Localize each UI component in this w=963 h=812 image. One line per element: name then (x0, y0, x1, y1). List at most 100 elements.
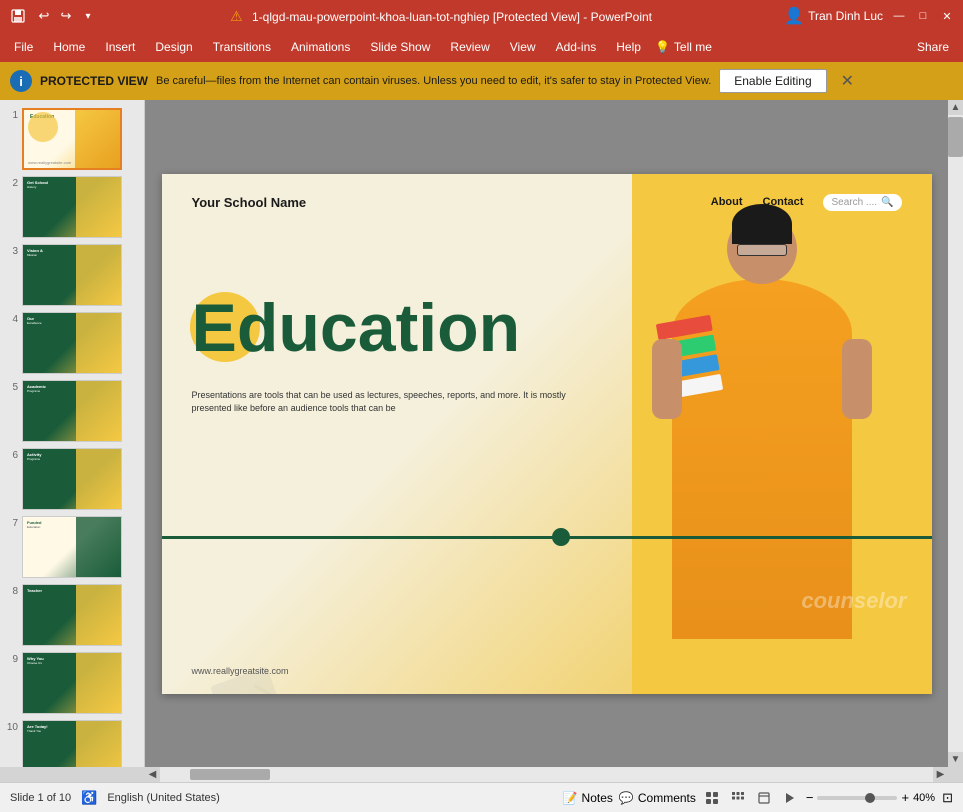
menu-file[interactable]: File (4, 36, 43, 58)
slide-thumbnail-3[interactable]: 3 Vision & Mission (4, 244, 140, 306)
scroll-thumb-h[interactable] (190, 769, 270, 780)
menu-animations[interactable]: Animations (281, 36, 360, 58)
title-text: ⚠ 1-qlgd-mau-powerpoint-khoa-luan-tot-ng… (98, 8, 784, 25)
slide-thumb-7[interactable]: Funded Education (22, 516, 122, 578)
slide-thumb-3[interactable]: Vision & Mission (22, 244, 122, 306)
slide-thumb-1[interactable]: Education www.reallygreatsite.com (22, 108, 122, 170)
search-box[interactable]: Search .... 🔍 (823, 194, 901, 211)
menu-view[interactable]: View (500, 36, 546, 58)
right-scrollbar: ▲ ▼ (948, 100, 963, 767)
menu-transitions[interactable]: Transitions (203, 36, 281, 58)
zoom-slider-thumb[interactable] (865, 793, 875, 803)
minimize-button[interactable]: — (891, 8, 907, 24)
slide-thumb-8[interactable]: Teacher (22, 584, 122, 646)
scroll-thumb-v[interactable] (948, 117, 963, 157)
scrollbar-row: ◀ ▶ (0, 767, 963, 782)
slide-num-9: 9 (4, 652, 18, 665)
slide-num-7: 7 (4, 516, 18, 529)
slideshow-button[interactable] (780, 788, 800, 808)
slide-thumbnail-10[interactable]: 10 Are Today! Thank You (4, 720, 140, 767)
menu-bar: File Home Insert Design Transitions Anim… (0, 32, 963, 62)
menu-help[interactable]: Help (606, 36, 651, 58)
slide-body-text: Presentations are tools that can be used… (192, 389, 572, 416)
slide-thumbnail-8[interactable]: 8 Teacher (4, 584, 140, 646)
zoom-level-label: 40% (913, 792, 935, 804)
language-label: English (United States) (107, 792, 220, 804)
menu-insert[interactable]: Insert (95, 36, 145, 58)
protected-view-message: Be careful—files from the Internet can c… (156, 75, 711, 87)
status-right: 📝 Notes 💬 Comments − + 40% ⊡ (563, 788, 953, 808)
status-left: Slide 1 of 10 ♿ English (United States) (10, 790, 220, 806)
notes-button[interactable]: 📝 Notes (563, 791, 613, 805)
search-placeholder: Search .... (831, 197, 877, 208)
scroll-down-button[interactable]: ▼ (948, 752, 963, 767)
slide-num-10: 10 (4, 720, 18, 733)
undo-button[interactable]: ↩ (34, 6, 54, 26)
slide-sorter-button[interactable] (728, 788, 748, 808)
zoom-in-button[interactable]: + (901, 790, 909, 805)
title-right: 👤 Tran Dinh Luc — □ ✕ (784, 6, 955, 26)
close-button[interactable]: ✕ (939, 8, 955, 24)
slide-thumb-5[interactable]: Academic Programs (22, 380, 122, 442)
shield-icon: i (10, 70, 32, 92)
slide-thumbnail-2[interactable]: 2 Get School History (4, 176, 140, 238)
close-bar-button[interactable]: ✕ (841, 71, 854, 91)
scroll-right-button[interactable]: ▶ (933, 767, 948, 782)
title-bar: ↩ ↪ ▾ ⚠ 1-qlgd-mau-powerpoint-khoa-luan-… (0, 0, 963, 32)
zoom-out-button[interactable]: − (806, 790, 814, 805)
zoom-slider[interactable] (817, 796, 897, 800)
menu-review[interactable]: Review (440, 36, 499, 58)
green-dot (552, 528, 570, 546)
menu-slideshow[interactable]: Slide Show (360, 36, 440, 58)
nav-contact[interactable]: Contact (763, 196, 804, 208)
search-icon: 🔍 (881, 197, 893, 208)
nav-about[interactable]: About (711, 196, 743, 208)
username-label: Tran Dinh Luc (808, 9, 883, 23)
scroll-up-button[interactable]: ▲ (948, 100, 963, 115)
slide-thumbnail-5[interactable]: 5 Academic Programs (4, 380, 140, 442)
slide-thumb-2[interactable]: Get School History (22, 176, 122, 238)
menu-addins[interactable]: Add-ins (546, 36, 607, 58)
scroll-track-v[interactable] (948, 115, 963, 752)
scrollbar-main: ◀ ▶ (145, 767, 948, 782)
normal-view-button[interactable] (702, 788, 722, 808)
slide-thumb-4[interactable]: Our Excellence (22, 312, 122, 374)
slide-num-6: 6 (4, 448, 18, 461)
slide-thumbnail-9[interactable]: 9 Why You Choose Us (4, 652, 140, 714)
comments-icon: 💬 (619, 791, 634, 805)
protected-view-bar: i PROTECTED VIEW Be careful—files from t… (0, 62, 963, 100)
user-info: 👤 Tran Dinh Luc (784, 6, 883, 26)
slide-num-3: 3 (4, 244, 18, 257)
scroll-track-h[interactable] (160, 767, 933, 782)
menu-home[interactable]: Home (43, 36, 95, 58)
redo-button[interactable]: ↪ (56, 6, 76, 26)
menu-design[interactable]: Design (145, 36, 202, 58)
slide-thumb-9[interactable]: Why You Choose Us (22, 652, 122, 714)
student-image: counselor (592, 174, 932, 694)
reading-view-button[interactable] (754, 788, 774, 808)
slide-thumbnail-7[interactable]: 7 Funded Education (4, 516, 140, 578)
enable-editing-button[interactable]: Enable Editing (719, 69, 826, 93)
save-icon[interactable] (8, 6, 28, 26)
slide-thumbnail-6[interactable]: 6 Activity Programs (4, 448, 140, 510)
slide-navigation: Your School Name About Contact Search ..… (162, 194, 932, 211)
share-button[interactable]: Share (907, 36, 959, 58)
slide-thumbnail-4[interactable]: 4 Our Excellence (4, 312, 140, 374)
scrollbar-corner (0, 767, 145, 782)
school-name-label: Your School Name (192, 195, 307, 210)
undo-redo-group: ↩ ↪ ▾ (34, 6, 98, 26)
customize-button[interactable]: ▾ (78, 6, 98, 26)
fit-button[interactable]: ⊡ (942, 790, 953, 806)
slide-thumb-10[interactable]: Are Today! Thank You (22, 720, 122, 767)
notes-icon: 📝 (563, 791, 578, 805)
title-left: ↩ ↪ ▾ (8, 6, 98, 26)
comments-label: Comments (638, 791, 696, 805)
scroll-left-button[interactable]: ◀ (145, 767, 160, 782)
slide-panel: 1 Education www.reallygreatsite.com 2 Ge… (0, 100, 145, 767)
comments-button[interactable]: 💬 Comments (619, 791, 696, 805)
tell-me-input[interactable]: 💡 Tell me (655, 40, 712, 54)
slide-thumbnail-1[interactable]: 1 Education www.reallygreatsite.com (4, 108, 140, 170)
maximize-button[interactable]: □ (915, 8, 931, 24)
slide-thumb-6[interactable]: Activity Programs (22, 448, 122, 510)
slide-count-label: Slide 1 of 10 (10, 792, 71, 804)
